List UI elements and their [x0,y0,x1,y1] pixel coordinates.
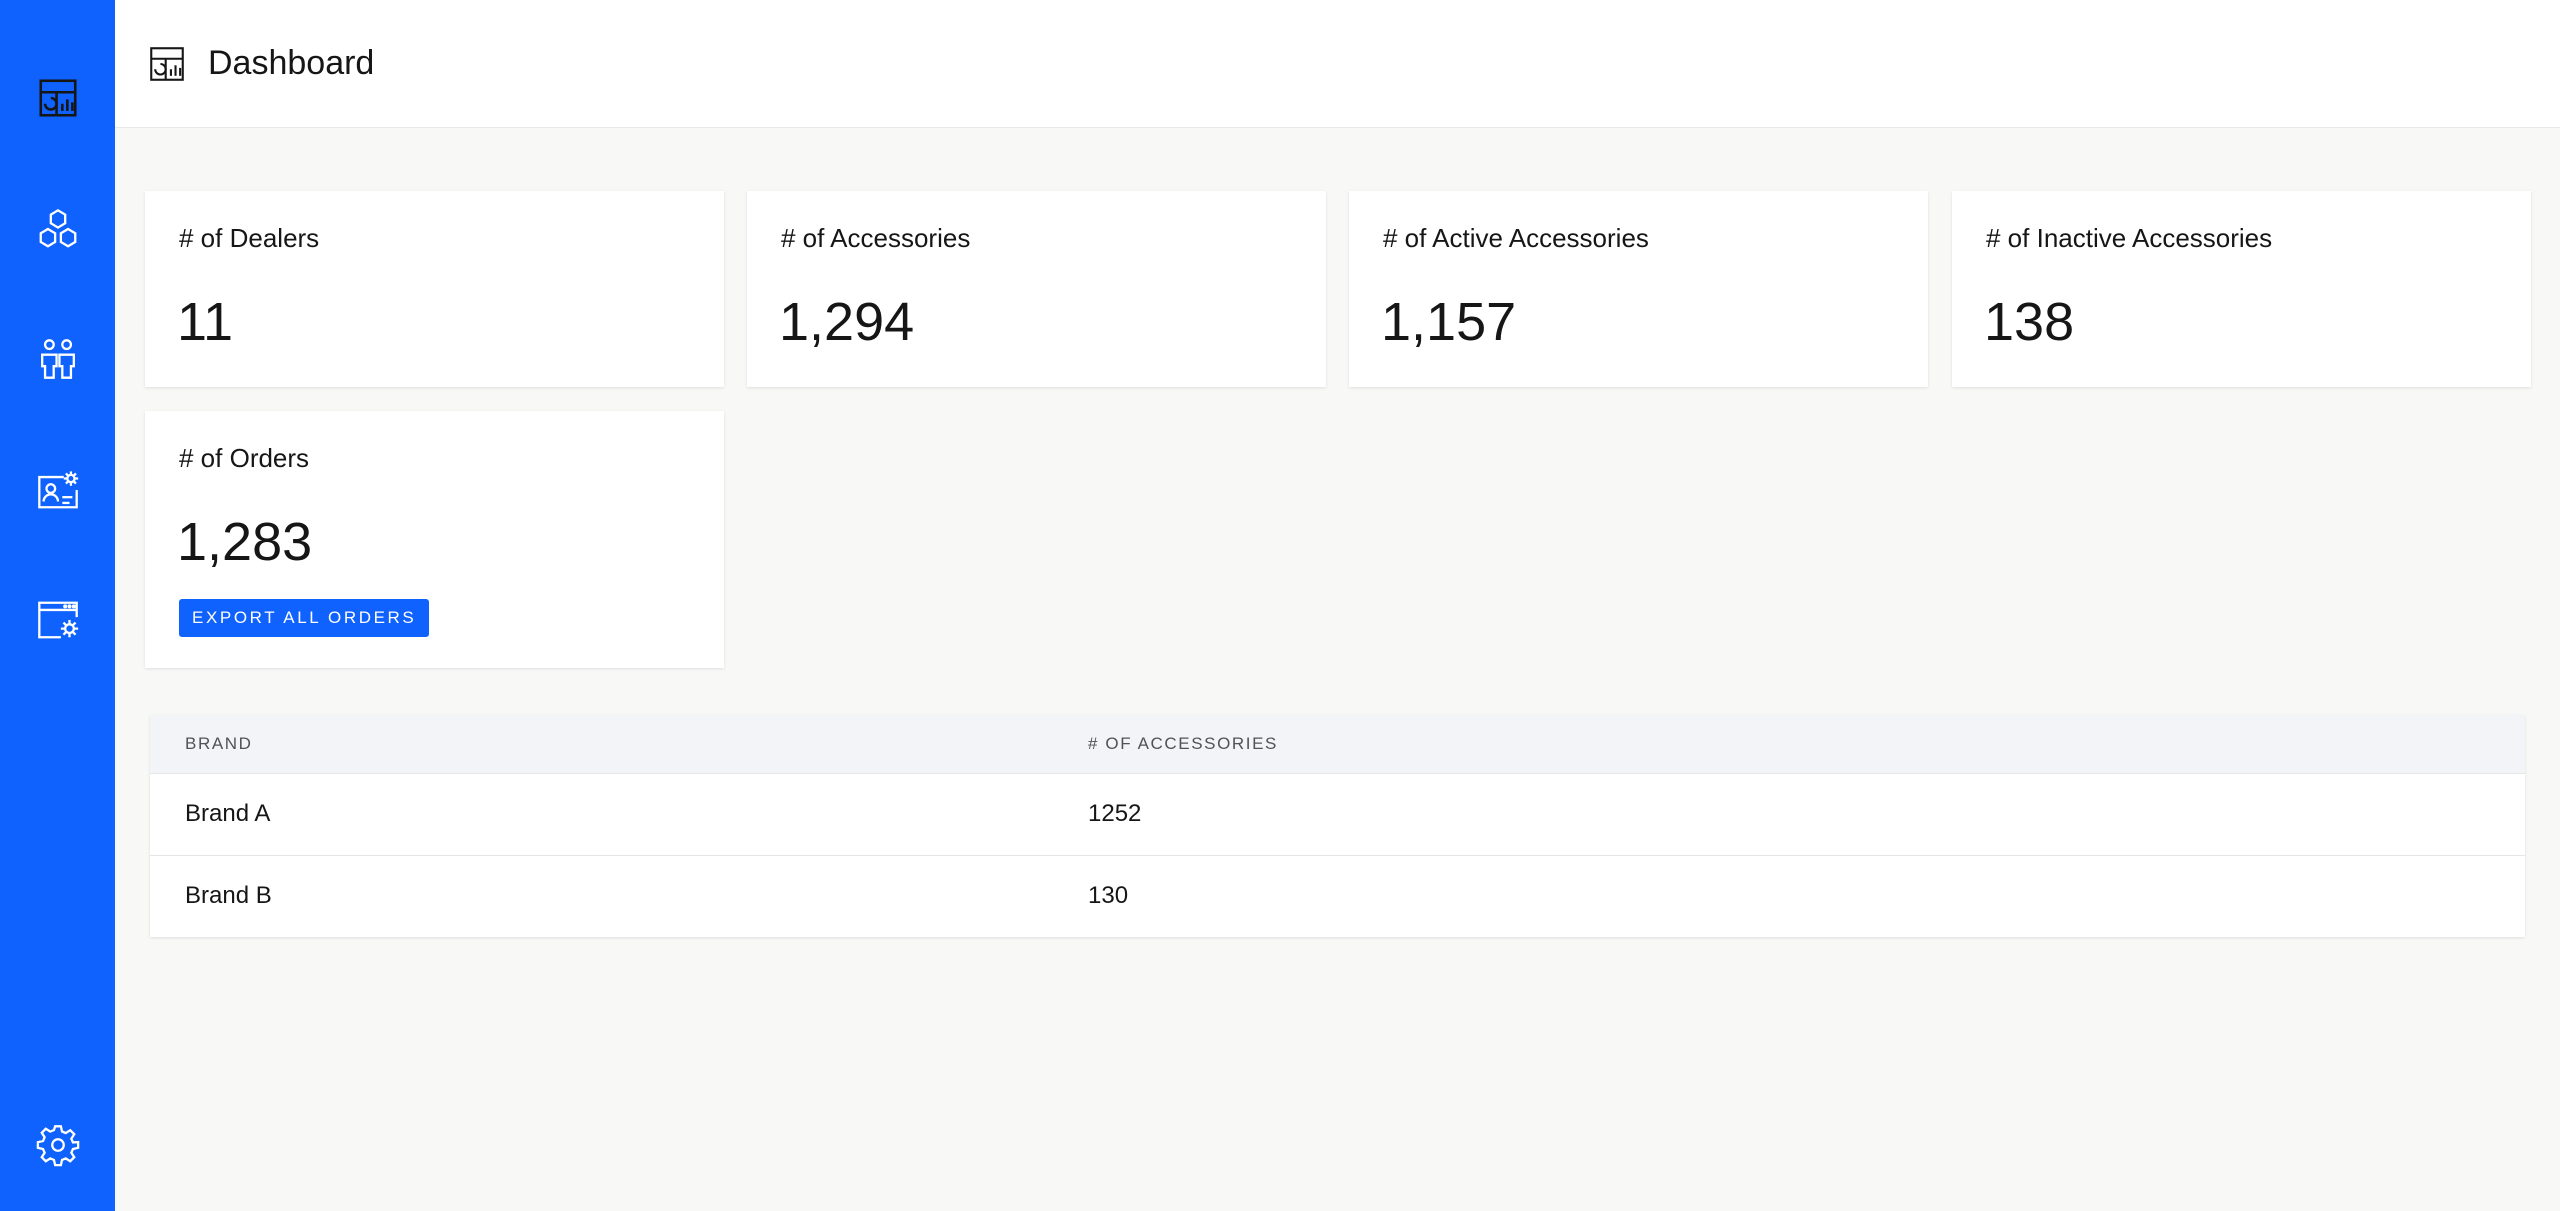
column-header-brand[interactable]: BRAND [150,715,1053,773]
sidebar-item-dashboard[interactable] [0,48,115,148]
sidebar-item-settings[interactable] [0,1095,115,1195]
column-header-accessories[interactable]: # OF ACCESSORIES [1053,715,2525,773]
stat-card-inactive-accessories: # of Inactive Accessories 138 [1952,191,2531,387]
sidebar-item-user-settings[interactable] [0,440,115,540]
app-settings-icon [37,601,78,639]
stat-label: # of Dealers [179,223,320,253]
accessory-count-cell: 130 [1053,854,2525,937]
stat-label: # of Accessories [781,223,971,253]
table-row[interactable]: Brand A 1252 [150,772,2525,855]
gear-icon [36,1125,79,1167]
page-title: Dashboard [208,44,375,82]
stat-card-active-accessories: # of Active Accessories 1,157 [1349,191,1928,387]
stat-value: 11 [177,292,234,352]
stat-value: 138 [1984,292,2075,352]
stat-card-dealers: # of Dealers 11 [145,191,724,387]
page-header: Dashboard [115,0,2560,128]
hexagons-icon [39,208,76,248]
sidebar-item-app-settings[interactable] [0,570,115,670]
sidebar-item-products[interactable] [0,179,115,279]
stat-value: 1,283 [177,512,313,572]
brand-cell: Brand B [150,854,1053,937]
stat-value: 1,157 [1381,292,1517,352]
table-header-row: BRAND # OF ACCESSORIES [150,715,2525,773]
sidebar-item-dealers[interactable] [0,309,115,409]
brand-cell: Brand A [150,772,1053,855]
stat-label: # of Inactive Accessories [1986,223,2273,253]
accessory-count-cell: 1252 [1053,772,2525,855]
brand-table: BRAND # OF ACCESSORIES Brand A 1252 Bran… [150,715,2525,937]
stat-card-accessories: # of Accessories 1,294 [747,191,1326,387]
table-row[interactable]: Brand B 130 [150,854,2525,937]
stat-label: # of Active Accessories [1383,223,1649,253]
dashboard-icon [146,43,188,85]
stat-value: 1,294 [779,292,915,352]
sidebar [0,0,115,1211]
stat-label: # of Orders [179,443,310,473]
export-all-orders-button[interactable]: EXPORT ALL ORDERS [179,599,430,637]
dashboard-icon [38,79,77,117]
user-settings-icon [37,471,78,509]
stat-card-orders: # of Orders 1,283 EXPORT ALL ORDERS [145,411,724,668]
users-icon [40,339,75,379]
